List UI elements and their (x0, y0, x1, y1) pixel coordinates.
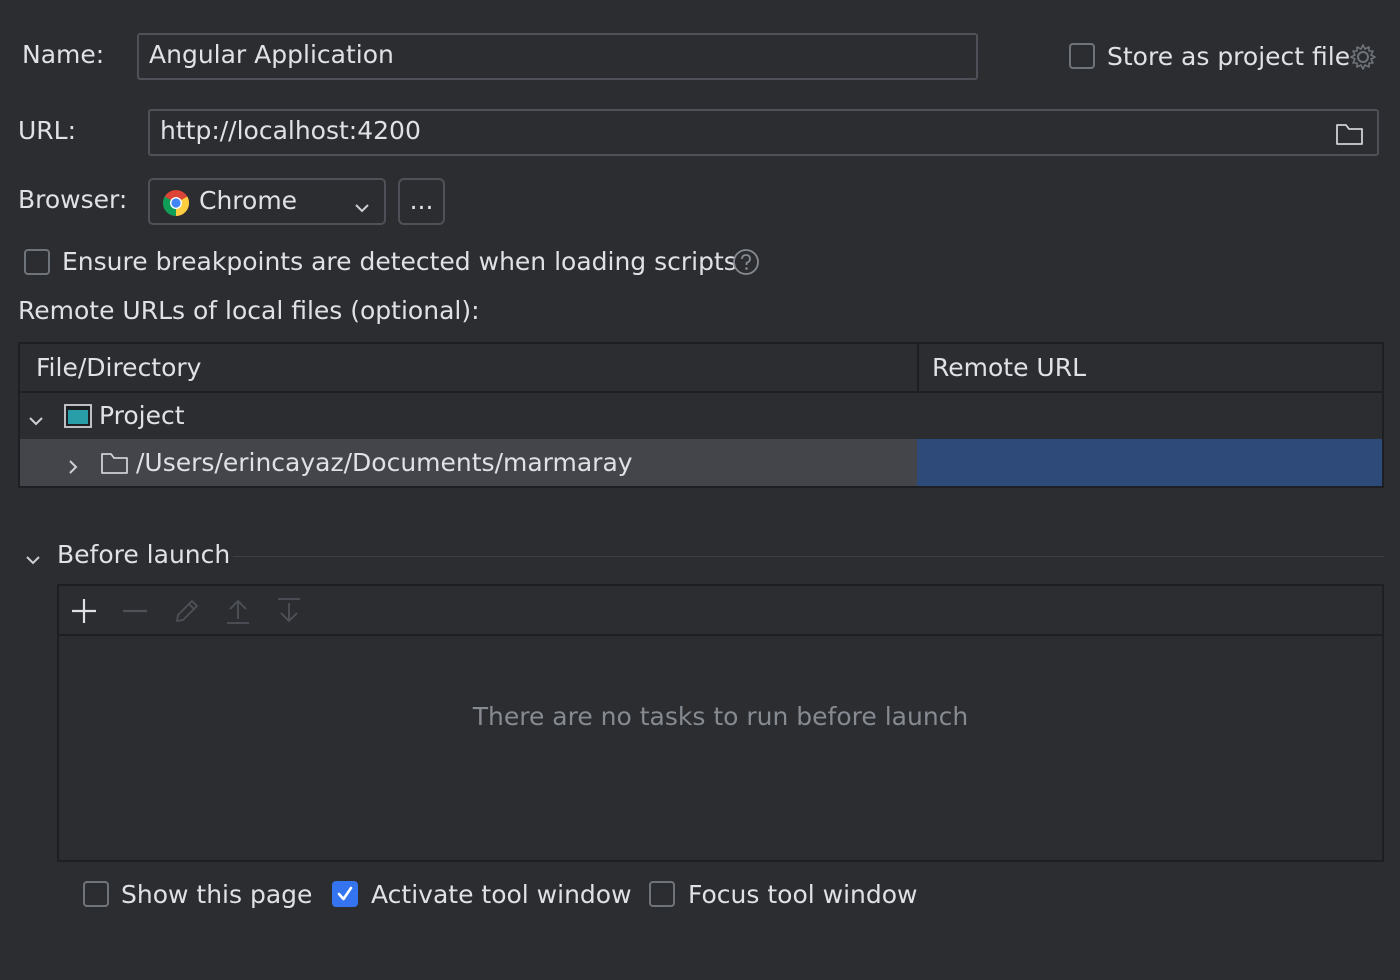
table-row[interactable]: /Users/erincayaz/Documents/marmaray (20, 439, 1382, 486)
table-row-name: Project (99, 401, 185, 430)
remote-urls-label: Remote URLs of local files (optional): (18, 296, 480, 325)
before-launch-title[interactable]: Before launch (57, 540, 230, 570)
table-row[interactable]: Project (20, 393, 1382, 439)
help-icon[interactable] (732, 248, 760, 276)
folder-icon[interactable] (1335, 121, 1365, 147)
move-down-icon[interactable] (275, 597, 303, 625)
focus-tool-window-label[interactable]: Focus tool window (688, 880, 917, 910)
column-header-remote-url[interactable]: Remote URL (932, 353, 1086, 383)
chevron-down-icon[interactable] (24, 546, 42, 565)
move-up-icon[interactable] (224, 597, 252, 625)
folder-icon (100, 450, 130, 476)
column-header-file-directory[interactable]: File/Directory (36, 353, 201, 383)
edit-icon[interactable] (173, 597, 201, 625)
before-launch-toolbar (59, 586, 1382, 636)
activate-tool-window-label[interactable]: Activate tool window (371, 880, 632, 910)
name-field-value: Angular Application (149, 40, 394, 69)
store-as-project-file-label[interactable]: Store as project file (1107, 42, 1350, 72)
project-icon (64, 403, 92, 429)
name-label: Name: (22, 40, 105, 69)
gear-icon[interactable] (1348, 42, 1378, 72)
chevron-down-icon (353, 194, 371, 213)
before-launch-empty-text: There are no tasks to run before launch (472, 702, 969, 731)
ensure-breakpoints-label[interactable]: Ensure breakpoints are detected when loa… (62, 247, 737, 277)
browser-dropdown[interactable]: Chrome (148, 178, 386, 225)
remove-icon[interactable] (121, 597, 149, 625)
chevron-down-icon[interactable] (27, 407, 45, 426)
before-launch-panel: There are no tasks to run before launch (57, 584, 1384, 862)
url-field[interactable]: http://localhost:4200 (148, 109, 1379, 156)
browser-more-button[interactable]: ... (398, 178, 445, 225)
show-this-page-checkbox[interactable] (83, 881, 109, 907)
store-as-project-file-checkbox[interactable] (1069, 43, 1095, 69)
remote-url-cell[interactable] (917, 439, 1382, 486)
chevron-right-icon[interactable] (64, 453, 82, 474)
column-divider[interactable] (917, 344, 919, 391)
remote-urls-table: File/Directory Remote URL Project /Users… (18, 342, 1384, 488)
name-field[interactable]: Angular Application (137, 33, 978, 80)
chrome-icon (162, 189, 190, 217)
before-launch-separator (233, 556, 1384, 557)
focus-tool-window-checkbox[interactable] (649, 881, 675, 907)
show-this-page-label[interactable]: Show this page (121, 880, 312, 910)
url-field-value: http://localhost:4200 (160, 116, 421, 145)
table-header: File/Directory Remote URL (20, 344, 1382, 393)
activate-tool-window-checkbox[interactable] (332, 881, 358, 907)
checkmark-icon (337, 886, 353, 901)
url-label: URL: (18, 116, 77, 145)
table-row-name: /Users/erincayaz/Documents/marmaray (136, 448, 633, 477)
browser-label: Browser: (18, 185, 128, 214)
browser-dropdown-value: Chrome (199, 186, 298, 215)
add-icon[interactable] (70, 597, 98, 625)
ensure-breakpoints-checkbox[interactable] (24, 249, 50, 275)
